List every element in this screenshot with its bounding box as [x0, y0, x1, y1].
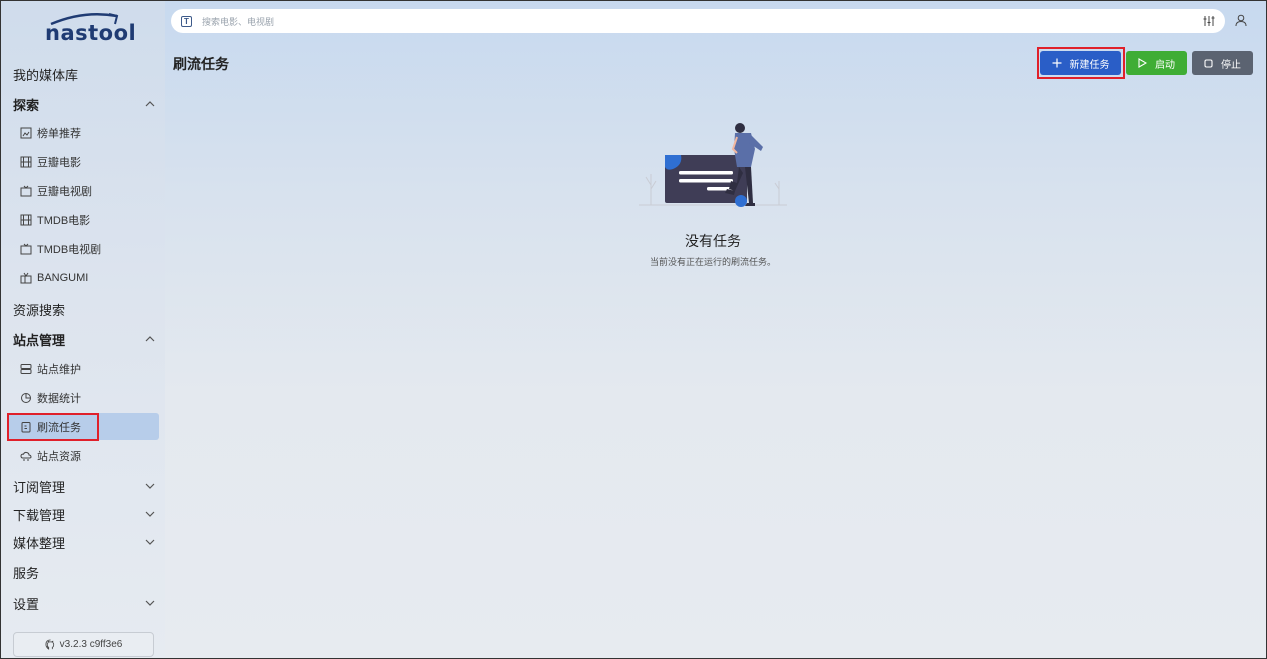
- github-icon: [45, 639, 54, 650]
- sidebar-item-label: TMDB电影: [37, 214, 91, 227]
- empty-description: 当前没有正在运行的刷流任务。: [649, 257, 776, 267]
- stop-button[interactable]: 停止: [1192, 51, 1253, 75]
- chevron-down-icon: [145, 600, 155, 606]
- sidebar-item-label: BANGUMI: [37, 271, 89, 284]
- nav-explore[interactable]: 探索: [1, 90, 165, 118]
- retro-tv-icon: [20, 272, 32, 283]
- sidebar-item-tmdb-tv[interactable]: TMDB电视剧: [7, 235, 159, 262]
- chevron-down-icon: [145, 539, 155, 545]
- sidebar-item-statistics[interactable]: 数据统计: [7, 384, 159, 411]
- tv-icon: [20, 243, 32, 254]
- nav-subscription[interactable]: 订阅管理: [1, 472, 165, 500]
- server-icon: [20, 363, 32, 374]
- search-input[interactable]: 搜索电影、电视剧: [202, 15, 274, 28]
- sidebar-item-site-resources[interactable]: 站点资源: [7, 442, 159, 469]
- sidebar-item-label: 站点维护: [37, 363, 81, 376]
- start-button[interactable]: 启动: [1126, 51, 1187, 75]
- nav-download[interactable]: 下载管理: [1, 500, 165, 528]
- pie-chart-icon: [21, 392, 31, 403]
- nav-resource-search[interactable]: 资源搜索: [1, 295, 165, 323]
- nav-my-media[interactable]: 我的媒体库: [1, 60, 165, 88]
- sidebar-item-label: 豆瓣电视剧: [37, 185, 92, 198]
- chevron-down-icon: [145, 483, 155, 489]
- user-icon[interactable]: [1235, 14, 1247, 27]
- sidebar-item-label: 榜单推荐: [37, 127, 81, 140]
- cloud-icon: [20, 451, 32, 461]
- nav-site-management-label: 站点管理: [13, 332, 66, 348]
- nav-media-organize[interactable]: 媒体整理: [1, 528, 165, 556]
- sidebar-item-site-maintenance[interactable]: 站点维护: [7, 355, 159, 382]
- nav-settings[interactable]: 设置: [1, 589, 165, 617]
- sidebar: nastool 我的媒体库 探索 榜单推荐 豆瓣电影 豆瓣电视剧 TMDB电影 …: [1, 1, 165, 658]
- nav-explore-label: 探索: [13, 97, 40, 113]
- sidebar-item-tmdb-movie[interactable]: TMDB电影: [7, 206, 159, 233]
- play-icon: [1138, 58, 1147, 68]
- sidebar-item-label: 站点资源: [37, 450, 81, 463]
- nav-download-label: 下载管理: [13, 507, 66, 523]
- page-title: 刷流任务: [173, 56, 229, 72]
- stop-icon: [1204, 58, 1213, 68]
- logo[interactable]: nastool: [45, 21, 136, 45]
- chevron-up-icon: [145, 336, 155, 342]
- search-bar[interactable]: T 搜索电影、电视剧: [171, 9, 1225, 33]
- highlight-box: [7, 413, 99, 441]
- text-search-icon: T: [181, 15, 192, 27]
- version-badge[interactable]: v3.2.3 c9ff3e6: [13, 632, 154, 657]
- highlight-box: [1037, 47, 1125, 79]
- empty-title: 没有任务: [685, 233, 741, 249]
- filter-settings-icon[interactable]: [1203, 15, 1215, 27]
- empty-state-illustration: [639, 123, 787, 207]
- version-text: v3.2.3 c9ff3e6: [59, 639, 123, 650]
- sidebar-item-douban-movie[interactable]: 豆瓣电影: [7, 148, 159, 175]
- sidebar-item-label: 豆瓣电影: [37, 156, 81, 169]
- sidebar-item-label: TMDB电视剧: [37, 243, 102, 256]
- sidebar-item-chart-recommend[interactable]: 榜单推荐: [7, 119, 159, 146]
- tv-icon: [20, 185, 32, 196]
- sidebar-item-bangumi[interactable]: BANGUMI: [7, 264, 159, 291]
- nav-media-organize-label: 媒体整理: [13, 535, 66, 551]
- nav-site-management[interactable]: 站点管理: [1, 325, 165, 353]
- film-icon: [20, 214, 32, 225]
- image-icon: [20, 127, 32, 138]
- main-area: [165, 1, 1266, 658]
- stop-label: 停止: [1221, 59, 1241, 71]
- chevron-up-icon: [145, 101, 155, 107]
- sidebar-item-douban-tv[interactable]: 豆瓣电视剧: [7, 177, 159, 204]
- sidebar-item-label: 数据统计: [37, 392, 81, 405]
- nav-subscription-label: 订阅管理: [13, 479, 66, 495]
- nav-settings-label: 设置: [13, 596, 40, 612]
- start-label: 启动: [1155, 59, 1175, 71]
- chevron-down-icon: [145, 511, 155, 517]
- film-icon: [20, 156, 32, 167]
- nav-services[interactable]: 服务: [1, 558, 165, 586]
